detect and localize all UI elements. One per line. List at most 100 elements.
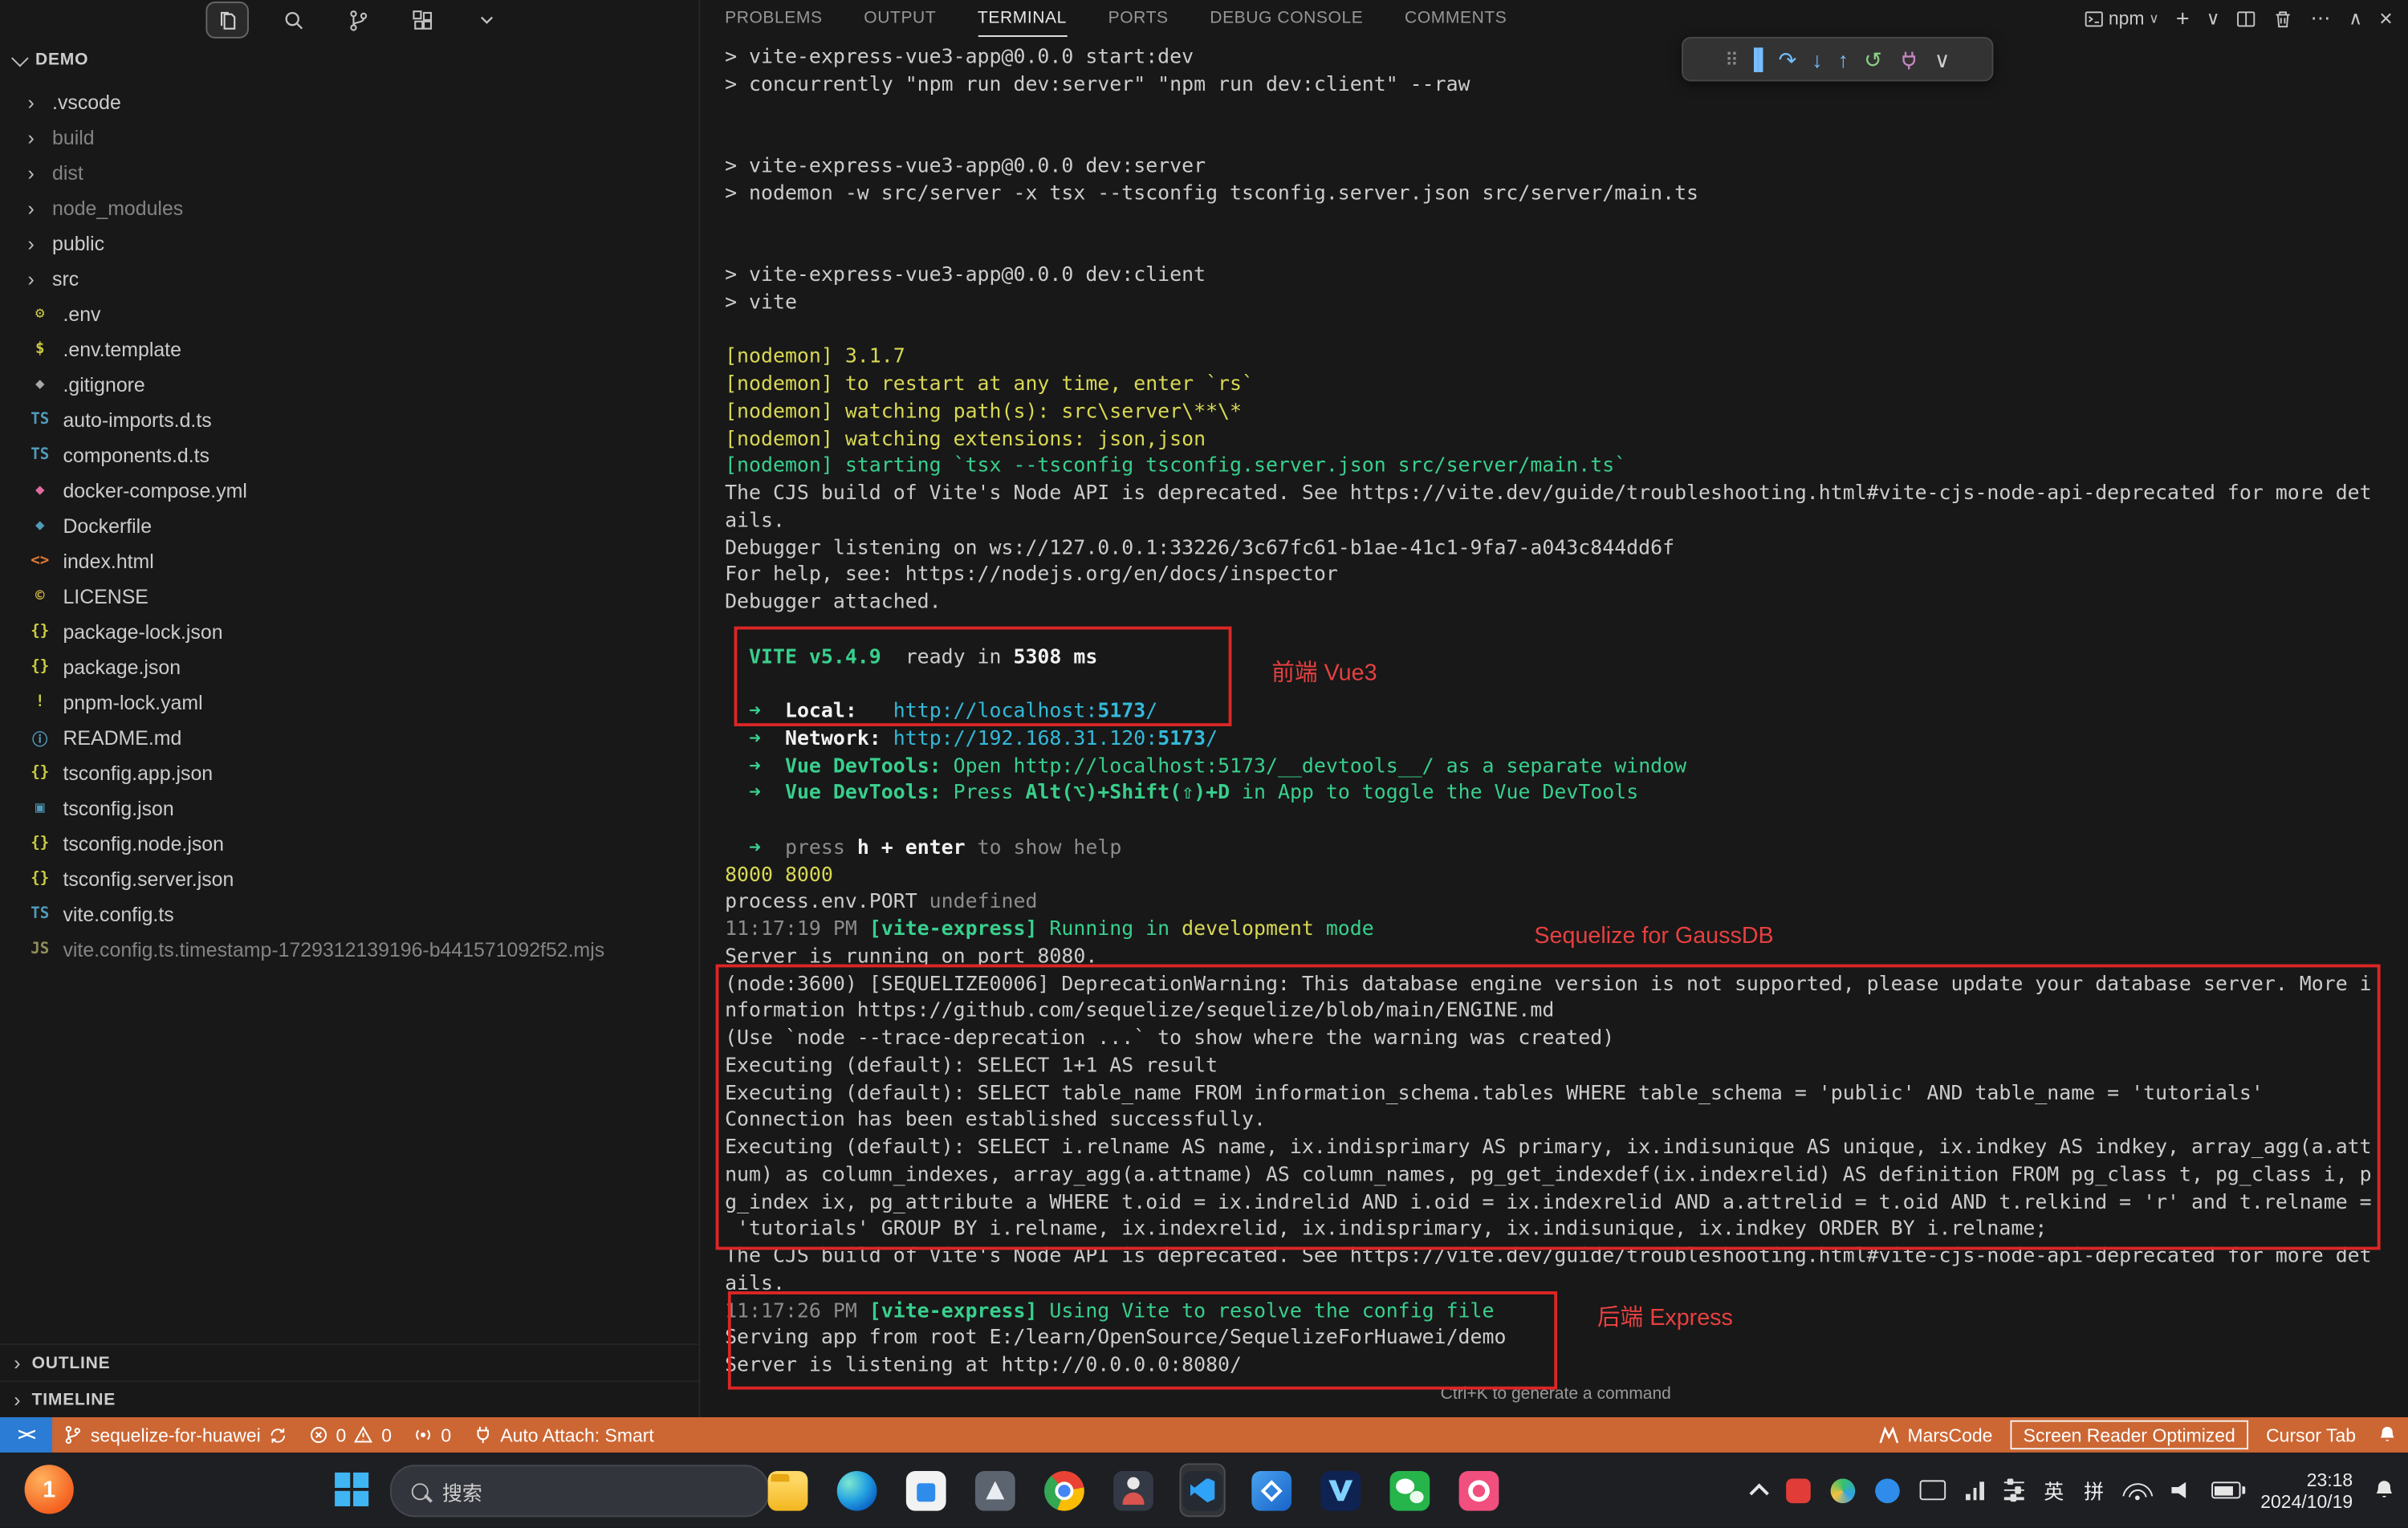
auto-attach-status[interactable]: Auto Attach: Smart <box>462 1417 665 1453</box>
tree-file-docker-compose.yml[interactable]: ◆docker-compose.yml <box>0 473 699 508</box>
step-over-button[interactable]: ↷ <box>1779 48 1796 70</box>
search-placeholder: 搜索 <box>442 1477 482 1506</box>
tree-folder-.vscode[interactable]: ›.vscode <box>0 84 699 120</box>
outline-section-header[interactable]: › OUTLINE <box>0 1343 699 1380</box>
panel-tab-terminal[interactable]: TERMINAL <box>978 0 1067 37</box>
ime-language-indicator[interactable]: 英 <box>2044 1476 2064 1505</box>
tray-app-blue-icon[interactable] <box>1876 1478 1901 1503</box>
tree-file-package.json[interactable]: {}package.json <box>0 649 699 685</box>
remote-indicator[interactable]: >< <box>0 1417 52 1453</box>
panel-tab-problems[interactable]: PROBLEMS <box>725 0 823 37</box>
tree-file-LICENSE[interactable]: ©LICENSE <box>0 579 699 614</box>
close-panel-button[interactable]: × <box>2379 7 2393 30</box>
panel-tab-comments[interactable]: COMMENTS <box>1405 0 1507 37</box>
panel-more-actions-button[interactable]: ⋯ <box>2310 6 2332 31</box>
terminal-output[interactable]: > vite-express-vue3-app@0.0.0 start:dev>… <box>700 37 2408 1380</box>
tree-file-.env[interactable]: ⚙.env <box>0 296 699 331</box>
tree-file-.gitignore[interactable]: ◆.gitignore <box>0 367 699 402</box>
tree-file-tsconfig.app.json[interactable]: {}tsconfig.app.json <box>0 755 699 790</box>
tree-file-components.d.ts[interactable]: TScomponents.d.ts <box>0 437 699 473</box>
new-terminal-button[interactable]: + <box>2176 7 2190 30</box>
screen-reader-status[interactable]: Screen Reader Optimized <box>2011 1420 2247 1449</box>
terminal-launch-chevron[interactable]: ∨ <box>2207 8 2220 30</box>
panel-tab-debug-console[interactable]: DEBUG CONSOLE <box>1210 0 1363 37</box>
split-terminal-button[interactable] <box>2237 9 2257 29</box>
terminal-line: Server is running on port 8080. <box>725 944 2408 971</box>
extensions-icon[interactable] <box>402 3 442 37</box>
ports-status[interactable]: 0 <box>402 1417 462 1453</box>
tree-folder-node_modules[interactable]: ›node_modules <box>0 190 699 226</box>
problems-status[interactable]: 0 0 <box>298 1417 403 1453</box>
panel-tab-output[interactable]: OUTPUT <box>864 0 936 37</box>
tree-file-Dockerfile[interactable]: ◆Dockerfile <box>0 508 699 543</box>
debug-session-chevron-icon[interactable]: ∨ <box>1934 48 1950 70</box>
tree-file-vite.config.ts[interactable]: TSvite.config.ts <box>0 896 699 932</box>
volume-icon[interactable] <box>2171 1481 2191 1499</box>
hidden-icons-chevron[interactable] <box>1753 1481 1767 1499</box>
tree-folder-dist[interactable]: ›dist <box>0 155 699 190</box>
pause-button[interactable] <box>1754 48 1763 70</box>
taskbar-search[interactable]: 搜索 <box>390 1465 770 1517</box>
maximize-panel-button[interactable]: ∧ <box>2349 8 2362 30</box>
tree-file-README.md[interactable]: ⓘREADME.md <box>0 720 699 755</box>
taskbar-app-photos[interactable] <box>1249 1463 1295 1517</box>
notifications-bell[interactable] <box>2366 1417 2408 1453</box>
file-type-icon: {} <box>27 659 52 676</box>
battery-icon[interactable] <box>2211 1481 2240 1498</box>
tree-file-tsconfig.node.json[interactable]: {}tsconfig.node.json <box>0 826 699 861</box>
start-button[interactable] <box>335 1473 368 1506</box>
step-into-button[interactable]: ↓ <box>1812 48 1822 70</box>
taskbar-app-app-gray[interactable] <box>972 1463 1018 1517</box>
plug-icon <box>1898 48 1919 70</box>
tree-folder-build[interactable]: ›build <box>0 120 699 155</box>
step-out-button[interactable]: ↑ <box>1838 48 1849 70</box>
tray-display-icon[interactable] <box>1920 1480 1946 1500</box>
sidebar-explorer: DEMO ›.vscode›build›dist›node_modules›pu… <box>0 0 700 1417</box>
disconnect-button[interactable] <box>1898 48 1919 70</box>
marscode-status[interactable]: MarsCode <box>1868 1417 2003 1453</box>
tray-app-red-icon[interactable] <box>1787 1478 1812 1503</box>
taskbar-app-app-pink[interactable] <box>1456 1463 1502 1517</box>
taskbar-app-chrome[interactable] <box>1041 1463 1087 1517</box>
taskbar-app-wechat[interactable] <box>1387 1463 1433 1517</box>
error-count: 0 <box>336 1424 347 1446</box>
timeline-section-header[interactable]: › TIMELINE <box>0 1380 699 1417</box>
drag-handle-icon[interactable]: ⠿ <box>1725 50 1739 68</box>
tree-folder-src[interactable]: ›src <box>0 261 699 296</box>
taskbar-app-store[interactable] <box>903 1463 949 1517</box>
tree-folder-public[interactable]: ›public <box>0 226 699 261</box>
tree-file-index.html[interactable]: <>index.html <box>0 543 699 579</box>
kill-terminal-button[interactable] <box>2274 9 2294 29</box>
explorer-section-header[interactable]: DEMO <box>0 40 699 80</box>
terminal-profile-button[interactable]: npm ∨ <box>2084 8 2159 30</box>
tray-mixer-icon[interactable] <box>2004 1481 2024 1499</box>
cursor-tab-status[interactable]: Cursor Tab <box>2255 1417 2367 1453</box>
restart-button[interactable]: ↺ <box>1864 48 1881 70</box>
tree-file-tsconfig.server.json[interactable]: {}tsconfig.server.json <box>0 861 699 896</box>
git-branch-status[interactable]: sequelize-for-huawei <box>52 1417 298 1453</box>
ime-pinyin-indicator[interactable]: 拼 <box>2084 1476 2104 1505</box>
taskbar-clock[interactable]: 23:18 2024/10/19 <box>2260 1469 2353 1512</box>
taskbar-app-file-explorer[interactable] <box>765 1463 811 1517</box>
tree-file-vite.config.ts.timestamp-1729312139196-b441571092f52.mjs[interactable]: JSvite.config.ts.timestamp-1729312139196… <box>0 932 699 967</box>
taskbar-app-edge[interactable] <box>834 1463 880 1517</box>
taskbar-app-vscode[interactable] <box>1179 1463 1225 1517</box>
panel-tab-ports[interactable]: PORTS <box>1108 0 1169 37</box>
more-views-chevron-icon[interactable] <box>467 3 507 37</box>
tree-file-auto-imports.d.ts[interactable]: TSauto-imports.d.ts <box>0 402 699 437</box>
tree-file-.env.template[interactable]: $.env.template <box>0 331 699 367</box>
panel-tabs: PROBLEMS OUTPUT TERMINAL PORTS DEBUG CONSOLE… <box>725 0 1507 37</box>
search-icon[interactable] <box>274 3 314 37</box>
tree-file-pnpm-lock.yaml[interactable]: !pnpm-lock.yaml <box>0 685 699 720</box>
tray-performance-icon[interactable] <box>1967 1481 1984 1499</box>
tree-file-package-lock.json[interactable]: {}package-lock.json <box>0 614 699 649</box>
taskbar-app-contacts[interactable] <box>1110 1463 1156 1517</box>
wifi-icon[interactable] <box>2124 1481 2151 1498</box>
tray-app-color-icon[interactable] <box>1831 1478 1856 1503</box>
taskbar-app-app-v[interactable] <box>1318 1463 1364 1517</box>
explorer-icon[interactable] <box>205 2 249 39</box>
notification-center-bell[interactable] <box>2373 1479 2396 1502</box>
tree-file-tsconfig.json[interactable]: ▣tsconfig.json <box>0 790 699 826</box>
notification-badge[interactable]: 1 <box>25 1465 74 1514</box>
source-control-icon[interactable] <box>338 3 378 37</box>
